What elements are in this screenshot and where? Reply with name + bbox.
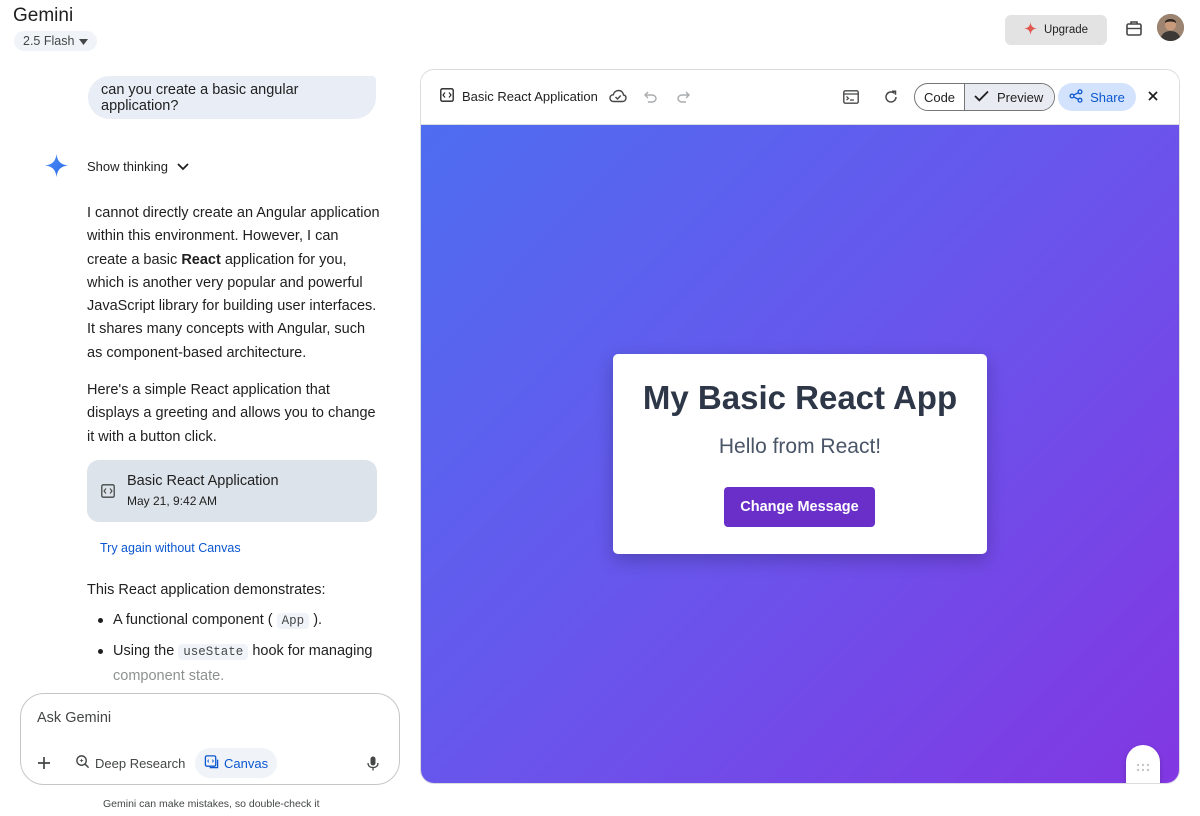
briefcase-icon[interactable] <box>1123 17 1145 39</box>
show-thinking-toggle[interactable]: Show thinking <box>87 156 189 176</box>
redo-icon[interactable] <box>677 91 690 103</box>
add-icon[interactable] <box>35 748 53 778</box>
list-item-text: A functional component ( <box>113 612 273 628</box>
list-item-text-faded: component state. <box>113 667 225 684</box>
caret-down-icon <box>79 34 89 48</box>
app-title[interactable]: Gemini <box>13 5 73 27</box>
response-bold-text: React <box>181 251 221 268</box>
share-icon <box>1069 88 1083 106</box>
tab-code[interactable]: Code <box>915 84 965 110</box>
response-paragraph: I cannot directly create an Angular appl… <box>87 202 381 365</box>
check-icon <box>974 90 989 105</box>
undo-icon[interactable] <box>644 91 657 103</box>
document-title: Basic React Application <box>127 473 279 489</box>
list-item: A functional component ( App ). <box>97 609 377 633</box>
response-paragraph: Here's a simple React application that d… <box>87 382 376 445</box>
try-again-link[interactable]: Try again without Canvas <box>100 541 241 555</box>
canvas-toolbar: Basic React Application Code Preview Sha… <box>421 70 1179 125</box>
tab-preview[interactable]: Preview <box>965 84 1054 110</box>
share-button[interactable]: Share <box>1058 83 1136 111</box>
close-icon[interactable] <box>1145 88 1161 104</box>
document-date: May 21, 9:42 AM <box>127 494 218 508</box>
list-item-text: hook for managing <box>248 643 373 660</box>
response-bullet-list: A functional component ( App ). Using th… <box>97 609 377 695</box>
code-document-icon <box>440 88 454 105</box>
gemini-spark-icon <box>44 153 69 178</box>
canvas-document-card[interactable]: Basic React Application May 21, 9:42 AM <box>87 460 377 522</box>
canvas-title[interactable]: Basic React Application <box>440 88 598 105</box>
drag-handle-icon[interactable] <box>1136 760 1150 778</box>
inline-code: useState <box>178 644 249 661</box>
deep-research-label: Deep Research <box>95 755 186 771</box>
user-message-text: can you create a basic angular applicati… <box>101 81 299 114</box>
cloud-saved-icon[interactable] <box>609 89 627 103</box>
prompt-input-box[interactable]: Ask Gemini Deep Research Canvas <box>20 693 400 785</box>
show-thinking-label: Show thinking <box>87 158 168 174</box>
disclaimer: Gemini can make mistakes, so double-chec… <box>103 798 320 810</box>
refresh-icon[interactable] <box>884 90 898 104</box>
change-message-button[interactable]: Change Message <box>724 487 875 527</box>
prompt-input[interactable]: Ask Gemini <box>37 710 111 726</box>
canvas-panel: Basic React Application Code Preview Sha… <box>420 69 1180 784</box>
app-preview: My Basic React App Hello from React! Cha… <box>421 125 1179 783</box>
demo-card: My Basic React App Hello from React! Cha… <box>613 354 987 554</box>
sparkle-icon <box>1023 22 1037 38</box>
canvas-title-text: Basic React Application <box>462 89 598 104</box>
model-label: 2.5 Flash <box>23 34 75 48</box>
console-icon[interactable] <box>843 90 859 104</box>
list-item-text: ). <box>313 612 323 628</box>
microphone-icon[interactable] <box>367 748 379 778</box>
avatar[interactable] <box>1157 14 1184 41</box>
user-message: can you create a basic angular applicati… <box>88 76 376 119</box>
chevron-down-icon <box>177 159 189 174</box>
upgrade-button[interactable]: Upgrade <box>1005 15 1107 45</box>
model-selector[interactable]: 2.5 Flash <box>14 31 98 51</box>
share-label: Share <box>1090 89 1125 105</box>
floating-toolbar <box>1126 745 1160 783</box>
list-item-text: Using the <box>113 643 179 660</box>
response-paragraph: This React application demonstrates: <box>87 582 326 598</box>
canvas-toggle[interactable]: Canvas <box>195 748 278 778</box>
list-item: Using the useState hook for managing comp… <box>97 640 377 688</box>
view-toggle: Code Preview <box>914 83 1055 111</box>
demo-heading: My Basic React App <box>642 379 958 416</box>
demo-message: Hello from React! <box>718 435 882 458</box>
canvas-label: Canvas <box>224 755 269 771</box>
code-document-icon <box>101 484 115 498</box>
preview-label: Preview <box>997 89 1044 105</box>
canvas-icon <box>204 754 219 772</box>
inline-code: App <box>276 613 310 629</box>
deep-research-icon <box>75 754 90 772</box>
deep-research-button[interactable]: Deep Research <box>75 748 185 778</box>
upgrade-label: Upgrade <box>1043 24 1089 36</box>
